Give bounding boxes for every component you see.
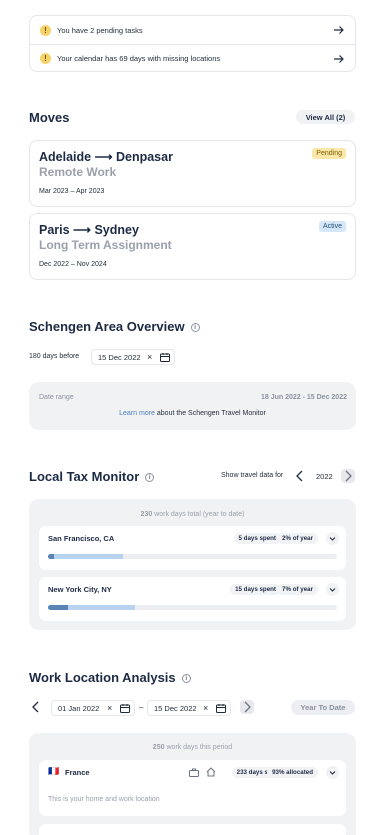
bar-fill-light [48,554,124,559]
end-date-value: 15 Dec 2022 [154,703,197,713]
calendar-icon[interactable] [160,353,170,362]
tax-location-card[interactable]: San Francisco, CA 5 days spent 2% of yea… [39,526,346,570]
chevron-right-icon [244,701,251,713]
schengen-date-picker[interactable]: 15 Dec 2022 × [91,349,175,365]
arrow-right-icon[interactable] [333,24,345,36]
clear-icon[interactable]: × [203,703,208,713]
percent-chip: 2% of year [277,533,318,544]
move-type: Long Term Assignment [39,238,172,252]
moves-title: Moves [29,110,70,125]
country-card[interactable] [39,824,346,835]
progress-bar [48,554,337,559]
date-value: 15 Dec 2022 [98,352,141,362]
start-date-picker[interactable]: 01 Jan 2022 × [51,700,135,716]
date-range-value: 18 Jun 2022 - 15 Dec 2022 [260,394,347,401]
clear-icon[interactable]: × [107,703,112,713]
pending-tasks-notice[interactable]: ! You have 2 pending tasks [30,16,355,44]
status-badge: Active [318,221,346,232]
chevron-down-icon [329,771,336,775]
calendar-icon[interactable] [120,704,130,713]
warning-icon: ! [40,53,51,64]
period-days-text: work days this period [166,744,233,751]
show-travel-label: Show travel data for [221,472,284,479]
expand-button[interactable] [326,583,339,596]
move-card[interactable]: Adelaide ⟶ Denpasar Remote Work Mar 2023… [29,140,356,207]
learn-more-link[interactable]: Learn more [119,410,155,417]
move-card[interactable]: Paris ⟶ Sydney Long Term Assignment Dec … [29,213,356,280]
period-days: 250 work days this period [29,744,356,751]
notice-text: You have 2 pending tasks [57,25,143,35]
bar-fill-dark [48,605,69,610]
location-name: New York City, NY [48,585,112,594]
chevron-left-icon[interactable] [29,700,43,714]
notice-text: Your calendar has 69 days with missing l… [57,54,221,63]
missing-locations-notice[interactable]: ! Your calendar has 69 days with missing… [30,44,355,71]
percent-chip: 7% of year [277,584,318,595]
warning-icon: ! [40,24,51,36]
work-location-panel: 250 work days this period 🇫🇷 France 233 … [29,733,356,835]
chevron-down-icon [329,588,336,592]
days-before-label: 180 days before [29,353,80,360]
bar-fill-dark [48,554,54,559]
tax-location-card[interactable]: New York City, NY 15 days spent 7% of ye… [39,577,346,621]
next-period-button[interactable] [240,700,254,714]
local-tax-panel: 230 work days total (year to date) San F… [29,499,356,630]
progress-bar [48,605,337,610]
move-type: Remote Work [39,165,117,179]
date-dash: – [139,703,144,712]
flag-france-icon: 🇫🇷 [48,766,60,776]
period-days-number: 250 [152,744,165,751]
clear-icon[interactable]: × [147,352,152,362]
chevron-left-icon[interactable] [293,469,307,483]
location-name: San Francisco, CA [48,534,115,543]
allocated-chip: 93% allocated [267,767,318,778]
briefcase-icon [189,768,199,777]
date-range-label: Date range [39,394,74,401]
days-spent-chip: 5 days spent [233,533,281,544]
home-icon [206,767,216,777]
schengen-panel: Date range 18 Jun 2022 - 15 Dec 2022 Lea… [29,382,356,430]
info-icon[interactable]: i [190,323,200,333]
work-days-text: work days total (year to date) [154,511,245,518]
local-tax-title: Local Tax Monitor i [29,469,155,484]
move-route: Adelaide ⟶ Denpasar [39,150,173,164]
info-icon[interactable]: i [181,674,191,684]
work-location-title-text: Work Location Analysis [29,670,176,685]
learn-more-text: about the Schengen Travel Monitor [156,410,266,417]
move-route: Paris ⟶ Sydney [39,223,139,237]
year-to-date-button[interactable]: Year To Date [291,700,355,715]
arrow-right-icon[interactable] [333,53,345,65]
chevron-down-icon [329,537,336,541]
learn-more-line: Learn more about the Schengen Travel Mon… [29,410,356,417]
schengen-title-text: Schengen Area Overview [29,319,185,334]
move-dates: Dec 2022 – Nov 2024 [39,261,107,268]
schengen-title: Schengen Area Overview i [29,319,200,334]
chevron-right-icon [345,470,352,482]
status-badge: Pending [312,148,346,159]
local-tax-title-text: Local Tax Monitor [29,469,140,484]
notices-panel: ! You have 2 pending tasks ! Your calend… [29,15,356,72]
work-days-number: 230 [140,511,153,518]
location-note: This is your home and work location [48,796,160,803]
info-icon[interactable]: i [145,473,155,483]
start-date-value: 01 Jan 2022 [58,703,100,713]
calendar-icon[interactable] [216,704,226,713]
country-name: France [65,768,90,777]
days-spent-chip: 15 days spent [230,584,281,595]
year-value: 2022 [316,472,333,481]
country-card[interactable]: 🇫🇷 France 233 days spent 93% allocated T… [39,760,346,816]
move-dates: Mar 2023 – Apr 2023 [39,188,105,195]
expand-button[interactable] [326,532,339,545]
work-location-title: Work Location Analysis i [29,670,191,685]
expand-button[interactable] [326,766,339,779]
work-days-total: 230 work days total (year to date) [29,511,356,518]
next-year-button[interactable] [341,469,355,483]
view-all-moves-button[interactable]: View All (2) [296,110,355,124]
end-date-picker[interactable]: 15 Dec 2022 × [147,700,231,716]
